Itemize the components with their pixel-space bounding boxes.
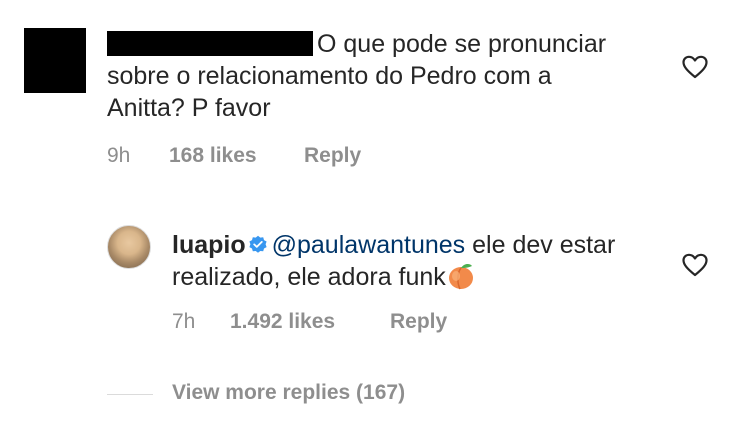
- heart-outline-icon[interactable]: [682, 55, 708, 79]
- avatar[interactable]: [107, 225, 151, 269]
- comment-time: 9h: [107, 144, 131, 167]
- reply-body: luapio @paulawantunes ele dev estar real…: [172, 229, 642, 293]
- comment-meta: 9h 168 likes Reply: [107, 144, 361, 168]
- view-more-divider: [107, 394, 153, 395]
- reply-meta: 7h 1.492 likes Reply: [172, 310, 447, 334]
- comment-body: O que pode se pronunciar sobre o relacio…: [107, 28, 627, 124]
- reply-button[interactable]: Reply: [390, 310, 447, 334]
- peach-emoji-icon: [448, 263, 473, 290]
- avatar-redacted: [24, 28, 86, 93]
- verified-badge-icon: [249, 235, 267, 253]
- reply-button[interactable]: Reply: [304, 144, 361, 168]
- reply-username[interactable]: luapio: [172, 231, 246, 259]
- reply-likes-link[interactable]: 1.492 likes: [230, 310, 390, 334]
- comment-likes-link[interactable]: 168 likes: [169, 144, 304, 168]
- view-more-replies-button[interactable]: View more replies (167): [172, 381, 405, 405]
- mention-link[interactable]: @paulawantunes: [272, 231, 466, 259]
- reply-time: 7h: [172, 310, 196, 333]
- username-redacted: [107, 31, 313, 56]
- heart-outline-icon[interactable]: [682, 253, 708, 277]
